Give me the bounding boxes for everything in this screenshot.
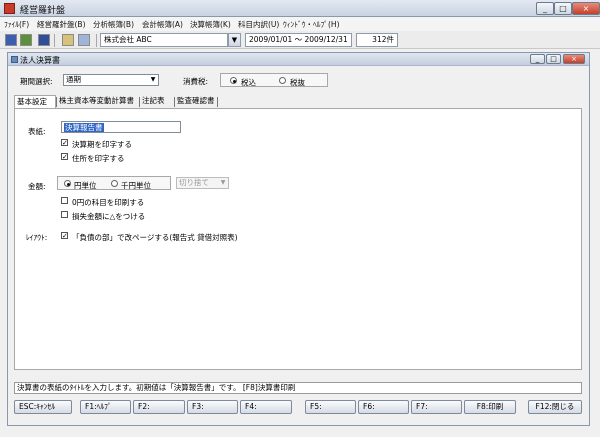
tab-divider bbox=[217, 97, 218, 107]
app-icon bbox=[4, 3, 15, 14]
tax-label: 消費税: bbox=[183, 77, 209, 86]
f5-button[interactable]: F5: bbox=[305, 400, 356, 414]
child-window-title: 法人決算書 bbox=[20, 56, 60, 65]
search-icon[interactable] bbox=[78, 34, 90, 46]
document-icon bbox=[11, 56, 18, 63]
menu-file[interactable]: ﾌｧｲﾙ(F) bbox=[4, 19, 29, 30]
menu-window-help[interactable]: ｳｨﾝﾄﾞｳ・ﾍﾙﾌﾟ(H) bbox=[283, 19, 340, 30]
toolbar-separator bbox=[54, 34, 55, 47]
cover-title-value: 決算報告書 bbox=[64, 123, 104, 132]
child-title-bar: 法人決算書 _ □ × bbox=[8, 53, 589, 66]
print-address-label: 住所を印字する bbox=[72, 154, 125, 163]
app-title: 経営羅針盤 bbox=[20, 6, 66, 16]
f7-button[interactable]: F7: bbox=[411, 400, 462, 414]
loss-mark-checkbox[interactable] bbox=[61, 211, 68, 218]
cover-title-input[interactable]: 決算報告書 bbox=[61, 121, 181, 133]
unit-option-thousand-yen: 千円単位 bbox=[121, 181, 151, 190]
child-minimize-button[interactable]: _ bbox=[530, 54, 545, 64]
function-key-bar: ESC:ｷｬﾝｾﾙ F1:ﾍﾙﾌﾟ F2: F3: F4: F5: F6: F7… bbox=[14, 400, 582, 415]
toolbar-separator bbox=[96, 34, 97, 47]
record-count: 312件 bbox=[356, 33, 398, 47]
toolbar: 株式会社 ABC ▼ 2009/01/01 〜 2009/12/31 312件 bbox=[0, 31, 600, 49]
f1-help-button[interactable]: F1:ﾍﾙﾌﾟ bbox=[80, 400, 131, 414]
chevron-down-icon: ▼ bbox=[150, 76, 156, 83]
unit-radio-yen[interactable] bbox=[64, 180, 71, 187]
tab-basic-settings[interactable]: 基本設定 bbox=[14, 95, 56, 108]
print-period-checkbox[interactable] bbox=[61, 139, 68, 146]
tax-option-exclusive: 税抜 bbox=[290, 78, 305, 87]
tab-equity-statement[interactable]: 株主資本等変動計算書 bbox=[57, 95, 139, 108]
menu-bar: ﾌｧｲﾙ(F) 経営羅針盤(B) 分析帳簿(B) 会計帳簿(A) 決算帳簿(K)… bbox=[0, 17, 600, 31]
esc-cancel-button[interactable]: ESC:ｷｬﾝｾﾙ bbox=[14, 400, 72, 414]
child-maximize-button[interactable]: □ bbox=[546, 54, 561, 64]
tab-audit-confirmation[interactable]: 監査確認書 bbox=[175, 95, 217, 108]
chevron-down-icon[interactable]: ▼ bbox=[228, 33, 241, 47]
tool-icon[interactable] bbox=[62, 34, 74, 46]
f12-close-button[interactable]: F12:閉じる bbox=[528, 400, 582, 414]
tab-notes[interactable]: 注記表 bbox=[140, 95, 174, 108]
f6-button[interactable]: F6: bbox=[358, 400, 409, 414]
rounding-value: 切り捨て bbox=[179, 178, 209, 187]
period-label: 期間選択: bbox=[20, 77, 53, 86]
mail-icon[interactable] bbox=[38, 34, 50, 46]
menu-keiei-rashinban[interactable]: 経営羅針盤(B) bbox=[37, 19, 86, 30]
layout-label: ﾚｲｱｳﾄ: bbox=[26, 233, 48, 242]
print-period-label: 決算期を印字する bbox=[72, 140, 132, 149]
child-close-button[interactable]: × bbox=[563, 54, 585, 64]
company-select[interactable]: 株式会社 ABC bbox=[100, 33, 228, 47]
unit-radio-group: 円単位 千円単位 bbox=[57, 176, 171, 190]
maximize-button[interactable]: □ bbox=[554, 2, 572, 15]
chevron-down-icon: ▼ bbox=[220, 179, 226, 186]
period-select[interactable]: 通期 ▼ bbox=[63, 74, 159, 86]
tax-option-inclusive: 税込 bbox=[241, 78, 256, 87]
menu-account-details[interactable]: 科目内訳(U) bbox=[238, 19, 279, 30]
menu-analysis-books[interactable]: 分析帳簿(B) bbox=[93, 19, 134, 30]
open-icon[interactable] bbox=[20, 34, 32, 46]
tax-radio-group: 税込 税抜 bbox=[220, 73, 328, 87]
rounding-select[interactable]: 切り捨て ▼ bbox=[176, 177, 229, 189]
amount-label: 金額: bbox=[28, 182, 46, 191]
f3-button[interactable]: F3: bbox=[187, 400, 238, 414]
print-zero-checkbox[interactable] bbox=[61, 197, 68, 204]
f2-button[interactable]: F2: bbox=[133, 400, 185, 414]
period-range-field[interactable]: 2009/01/01 〜 2009/12/31 bbox=[245, 33, 352, 47]
f4-button[interactable]: F4: bbox=[240, 400, 292, 414]
unit-radio-thousand-yen[interactable] bbox=[111, 180, 118, 187]
save-icon[interactable] bbox=[5, 34, 17, 46]
loss-mark-label: 損失金額に△をつける bbox=[72, 212, 146, 221]
cover-label: 表紙: bbox=[28, 127, 46, 136]
unit-option-yen: 円単位 bbox=[74, 181, 97, 190]
page-break-label: 「負債の部」で改ページする(報告式 貸借対照表) bbox=[72, 233, 238, 242]
menu-closing-books[interactable]: 決算帳簿(K) bbox=[190, 19, 231, 30]
app-title-bar: 経営羅針盤 _ □ × bbox=[0, 0, 600, 17]
tax-radio-exclusive[interactable] bbox=[279, 77, 286, 84]
menu-accounting-books[interactable]: 会計帳簿(A) bbox=[142, 19, 183, 30]
period-value: 通期 bbox=[66, 75, 81, 84]
print-address-checkbox[interactable] bbox=[61, 153, 68, 160]
status-help-line: 決算書の表紙のﾀｲﾄﾙを入力します。初期値は「決算報告書」です。 [F8]決算書… bbox=[14, 382, 582, 394]
f8-print-button[interactable]: F8:印刷 bbox=[464, 400, 516, 414]
close-button[interactable]: × bbox=[572, 2, 600, 15]
tax-radio-inclusive[interactable] bbox=[230, 77, 237, 84]
minimize-button[interactable]: _ bbox=[536, 2, 554, 15]
print-zero-label: 0円の科目を印刷する bbox=[72, 198, 145, 207]
page-break-checkbox[interactable] bbox=[61, 232, 68, 239]
